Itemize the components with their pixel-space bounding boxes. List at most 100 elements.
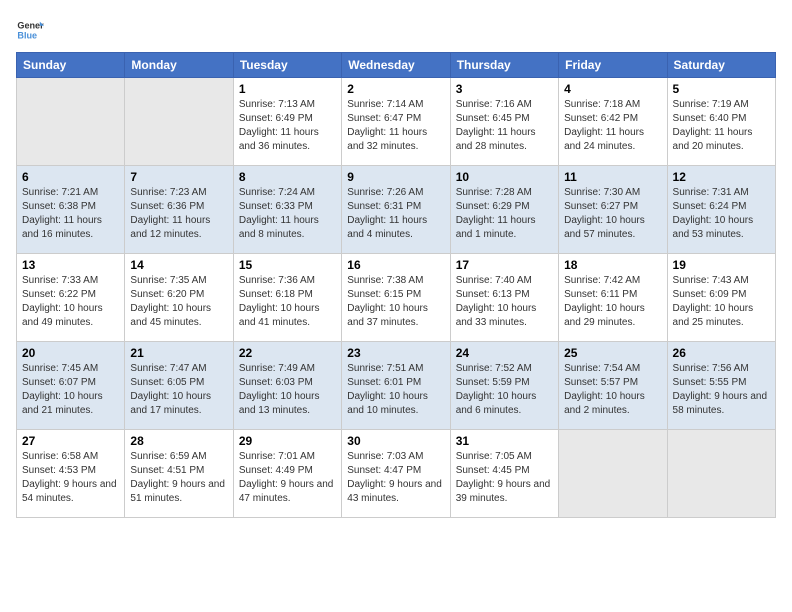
day-number: 10 (456, 170, 553, 184)
day-info: Sunrise: 7:23 AMSunset: 6:36 PMDaylight:… (130, 186, 227, 242)
calendar-cell (667, 430, 775, 518)
day-info: Sunrise: 7:40 AMSunset: 6:13 PMDaylight:… (456, 274, 553, 330)
calendar-table: SundayMondayTuesdayWednesdayThursdayFrid… (16, 52, 776, 518)
weekday-header: Thursday (450, 53, 558, 78)
calendar-cell: 21 Sunrise: 7:47 AMSunset: 6:05 PMDayligh… (125, 342, 233, 430)
calendar-week-row: 20Sunrise: 7:45 AMSunset: 6:07 PMDayligh… (17, 342, 776, 430)
calendar-week-row: 13Sunrise: 7:33 AMSunset: 6:22 PMDayligh… (17, 254, 776, 342)
day-number: 3 (456, 82, 553, 96)
day-info: Sunrise: 7:36 AMSunset: 6:18 PMDaylight:… (239, 274, 336, 330)
calendar-cell: 8 Sunrise: 7:24 AMSunset: 6:33 PMDaylight… (233, 166, 341, 254)
calendar-week-row: 27 Sunrise: 6:58 AMSunset: 4:53 PMDayligh… (17, 430, 776, 518)
day-info: Sunrise: 7:28 AMSunset: 6:29 PMDaylight:… (456, 186, 553, 242)
day-number: 27 (22, 434, 119, 448)
calendar-cell: 10 Sunrise: 7:28 AMSunset: 6:29 PMDayligh… (450, 166, 558, 254)
weekday-header: Saturday (667, 53, 775, 78)
calendar-cell: 11 Sunrise: 7:30 AMSunset: 6:27 PMDayligh… (559, 166, 667, 254)
calendar-cell: 15Sunrise: 7:36 AMSunset: 6:18 PMDayligh… (233, 254, 341, 342)
calendar-cell: 13Sunrise: 7:33 AMSunset: 6:22 PMDayligh… (17, 254, 125, 342)
day-number: 31 (456, 434, 553, 448)
calendar-cell: 28Sunrise: 6:59 AMSunset: 4:51 PMDayligh… (125, 430, 233, 518)
day-info: Sunrise: 7:35 AMSunset: 6:20 PMDaylight:… (130, 274, 227, 330)
calendar-cell: 24 Sunrise: 7:52 AMSunset: 5:59 PMDayligh… (450, 342, 558, 430)
calendar-cell: 27 Sunrise: 6:58 AMSunset: 4:53 PMDayligh… (17, 430, 125, 518)
logo-icon: General Blue (16, 16, 44, 44)
day-number: 6 (22, 170, 119, 184)
weekday-header: Monday (125, 53, 233, 78)
day-number: 12 (673, 170, 770, 184)
day-number: 24 (456, 346, 553, 360)
day-info: Sunrise: 7:30 AMSunset: 6:27 PMDaylight:… (564, 186, 661, 242)
calendar-cell (17, 78, 125, 166)
calendar-cell: 7 Sunrise: 7:23 AMSunset: 6:36 PMDaylight… (125, 166, 233, 254)
day-info: Sunrise: 7:47 AMSunset: 6:05 PMDaylight:… (130, 362, 227, 418)
day-number: 8 (239, 170, 336, 184)
day-info: Sunrise: 7:56 AMSunset: 5:55 PMDaylight:… (673, 362, 770, 418)
calendar-cell: 26 Sunrise: 7:56 AMSunset: 5:55 PMDayligh… (667, 342, 775, 430)
day-number: 17 (456, 258, 553, 272)
calendar-week-row: 1Sunrise: 7:13 AMSunset: 6:49 PMDaylight… (17, 78, 776, 166)
day-number: 14 (130, 258, 227, 272)
calendar-cell: 25 Sunrise: 7:54 AMSunset: 5:57 PMDayligh… (559, 342, 667, 430)
day-number: 13 (22, 258, 119, 272)
calendar-cell: 20Sunrise: 7:45 AMSunset: 6:07 PMDayligh… (17, 342, 125, 430)
calendar-cell: 17 Sunrise: 7:40 AMSunset: 6:13 PMDayligh… (450, 254, 558, 342)
day-number: 4 (564, 82, 661, 96)
calendar-cell: 23Sunrise: 7:51 AMSunset: 6:01 PMDayligh… (342, 342, 450, 430)
day-info: Sunrise: 7:19 AMSunset: 6:40 PMDaylight:… (673, 98, 770, 154)
calendar-cell: 1Sunrise: 7:13 AMSunset: 6:49 PMDaylight… (233, 78, 341, 166)
day-number: 25 (564, 346, 661, 360)
svg-text:Blue: Blue (17, 30, 37, 40)
day-info: Sunrise: 7:16 AMSunset: 6:45 PMDaylight:… (456, 98, 553, 154)
calendar-cell: 5 Sunrise: 7:19 AMSunset: 6:40 PMDaylight… (667, 78, 775, 166)
day-info: Sunrise: 7:26 AMSunset: 6:31 PMDaylight:… (347, 186, 444, 242)
day-info: Sunrise: 7:52 AMSunset: 5:59 PMDaylight:… (456, 362, 553, 418)
calendar-cell: 12 Sunrise: 7:31 AMSunset: 6:24 PMDayligh… (667, 166, 775, 254)
calendar-cell: 22 Sunrise: 7:49 AMSunset: 6:03 PMDayligh… (233, 342, 341, 430)
day-info: Sunrise: 7:18 AMSunset: 6:42 PMDaylight:… (564, 98, 661, 154)
day-info: Sunrise: 7:14 AMSunset: 6:47 PMDaylight:… (347, 98, 444, 154)
weekday-header: Tuesday (233, 53, 341, 78)
weekday-header: Wednesday (342, 53, 450, 78)
day-number: 21 (130, 346, 227, 360)
calendar-cell: 31Sunrise: 7:05 AMSunset: 4:45 PMDayligh… (450, 430, 558, 518)
day-number: 2 (347, 82, 444, 96)
day-info: Sunrise: 7:43 AMSunset: 6:09 PMDaylight:… (673, 274, 770, 330)
day-number: 28 (130, 434, 227, 448)
day-number: 16 (347, 258, 444, 272)
day-info: Sunrise: 7:38 AMSunset: 6:15 PMDaylight:… (347, 274, 444, 330)
day-info: Sunrise: 7:03 AMSunset: 4:47 PMDaylight:… (347, 450, 444, 506)
day-info: Sunrise: 7:49 AMSunset: 6:03 PMDaylight:… (239, 362, 336, 418)
weekday-header: Sunday (17, 53, 125, 78)
calendar-header-row: SundayMondayTuesdayWednesdayThursdayFrid… (17, 53, 776, 78)
day-info: Sunrise: 7:45 AMSunset: 6:07 PMDaylight:… (22, 362, 119, 418)
calendar-body: 1Sunrise: 7:13 AMSunset: 6:49 PMDaylight… (17, 78, 776, 518)
page-header: General Blue (16, 16, 776, 44)
calendar-week-row: 6Sunrise: 7:21 AMSunset: 6:38 PMDaylight… (17, 166, 776, 254)
day-number: 30 (347, 434, 444, 448)
day-info: Sunrise: 7:42 AMSunset: 6:11 PMDaylight:… (564, 274, 661, 330)
calendar-cell: 6Sunrise: 7:21 AMSunset: 6:38 PMDaylight… (17, 166, 125, 254)
day-number: 22 (239, 346, 336, 360)
day-number: 11 (564, 170, 661, 184)
day-info: Sunrise: 7:51 AMSunset: 6:01 PMDaylight:… (347, 362, 444, 418)
calendar-cell: 4 Sunrise: 7:18 AMSunset: 6:42 PMDaylight… (559, 78, 667, 166)
day-info: Sunrise: 7:01 AMSunset: 4:49 PMDaylight:… (239, 450, 336, 506)
day-number: 7 (130, 170, 227, 184)
day-number: 18 (564, 258, 661, 272)
calendar-cell: 14 Sunrise: 7:35 AMSunset: 6:20 PMDayligh… (125, 254, 233, 342)
calendar-cell: 18 Sunrise: 7:42 AMSunset: 6:11 PMDayligh… (559, 254, 667, 342)
day-number: 1 (239, 82, 336, 96)
day-info: Sunrise: 6:58 AMSunset: 4:53 PMDaylight:… (22, 450, 119, 506)
day-info: Sunrise: 7:54 AMSunset: 5:57 PMDaylight:… (564, 362, 661, 418)
day-number: 5 (673, 82, 770, 96)
day-info: Sunrise: 7:31 AMSunset: 6:24 PMDaylight:… (673, 186, 770, 242)
calendar-cell: 19 Sunrise: 7:43 AMSunset: 6:09 PMDayligh… (667, 254, 775, 342)
day-info: Sunrise: 7:24 AMSunset: 6:33 PMDaylight:… (239, 186, 336, 242)
calendar-cell: 29 Sunrise: 7:01 AMSunset: 4:49 PMDayligh… (233, 430, 341, 518)
calendar-cell (125, 78, 233, 166)
day-number: 29 (239, 434, 336, 448)
day-number: 26 (673, 346, 770, 360)
calendar-cell: 16 Sunrise: 7:38 AMSunset: 6:15 PMDayligh… (342, 254, 450, 342)
day-number: 19 (673, 258, 770, 272)
